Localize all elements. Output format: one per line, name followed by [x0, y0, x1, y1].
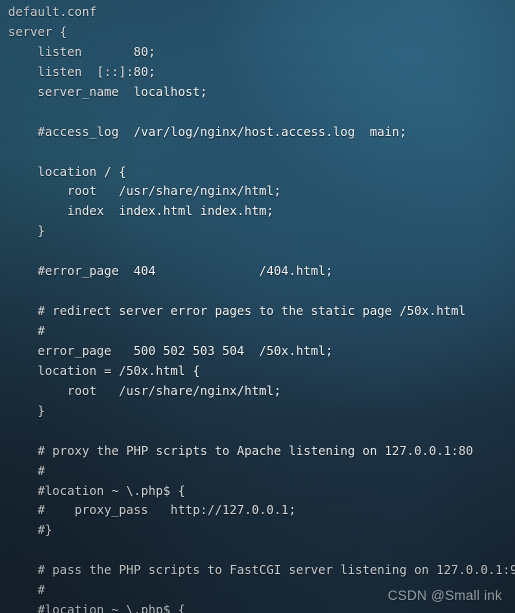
code-line: #location ~ \.php$ { — [8, 603, 186, 613]
code-line: # proxy the PHP scripts to Apache listen… — [8, 443, 474, 458]
code-line: # proxy_pass http://127.0.0.1; — [8, 503, 296, 518]
code-line: #location ~ \.php$ { — [8, 483, 186, 498]
code-line: # — [8, 324, 45, 338]
code-line: #error_page 404 /404.html; — [8, 264, 333, 279]
code-line: root /usr/share/nginx/html; — [8, 383, 282, 398]
code-line: server { — [8, 24, 68, 39]
code-line: } — [8, 224, 45, 239]
code-line: location / { — [8, 164, 127, 179]
code-line: } — [8, 403, 45, 418]
code-line: listen [::]:80; — [8, 64, 156, 79]
code-line: index index.html index.htm; — [8, 204, 274, 219]
code-viewer-window: default.conf server { listen 80; listen [… — [0, 0, 515, 613]
code-line: listen 80; — [8, 44, 156, 59]
code-line: root /usr/share/nginx/html; — [8, 184, 282, 199]
code-line: #} — [8, 523, 53, 538]
code-line: # — [8, 463, 45, 478]
code-line: default.conf — [8, 5, 97, 19]
code-line: # redirect server error pages to the sta… — [8, 304, 466, 319]
code-line: # — [8, 583, 45, 598]
code-line: server_name localhost; — [8, 84, 208, 99]
code-line: location = /50x.html { — [8, 363, 200, 378]
code-line: # pass the PHP scripts to FastCGI server… — [8, 563, 515, 578]
code-line: #access_log /var/log/nginx/host.access.l… — [8, 124, 407, 139]
code-line: error_page 500 502 503 504 /50x.html; — [8, 343, 333, 358]
config-file-content[interactable]: default.conf server { listen 80; listen [… — [0, 0, 515, 613]
